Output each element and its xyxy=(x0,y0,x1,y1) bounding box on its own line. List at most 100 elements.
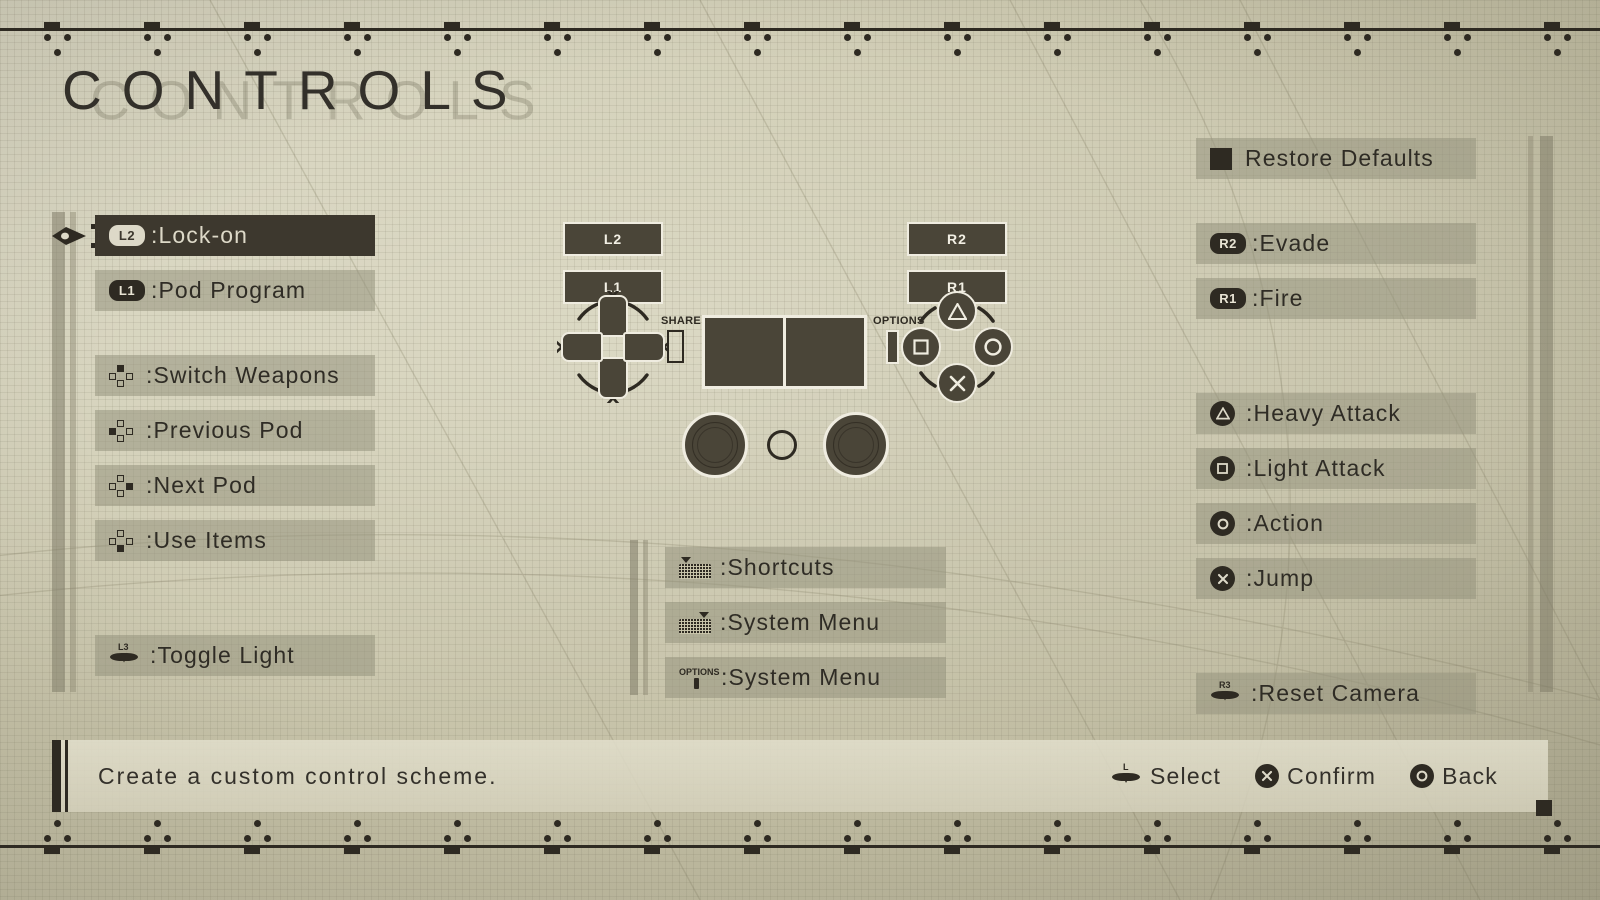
binding-icon: R3 xyxy=(1210,680,1247,706)
l3-stick-press-icon: L3 xyxy=(109,642,139,668)
middle-scroll-track[interactable] xyxy=(630,540,638,695)
border-dot-group xyxy=(1344,34,1390,58)
binding-icon xyxy=(679,556,716,579)
binding-label: :Reset Camera xyxy=(1251,680,1420,706)
footer-corner-marker xyxy=(1536,800,1552,816)
row-spacer xyxy=(1196,179,1476,223)
border-dot-group xyxy=(744,818,790,842)
controller-diagram: L2 L1 R2 R1 SHARE OPTIONS xyxy=(545,212,1025,492)
binding-icon: R2 xyxy=(1210,233,1248,254)
border-dot-group xyxy=(1544,818,1590,842)
footer-description: Create a custom control scheme. xyxy=(98,762,498,789)
circle-button-icon xyxy=(1210,511,1235,536)
border-dot-group xyxy=(944,34,990,58)
border-dot-group xyxy=(844,818,890,842)
middle-scroll-track-inner[interactable] xyxy=(643,540,648,695)
footer-hint-back[interactable]: Back xyxy=(1410,763,1498,790)
border-dot-group xyxy=(244,34,290,58)
dpad-right-icon xyxy=(109,474,133,497)
binding-row-previous-pod[interactable]: :Previous Pod xyxy=(95,410,375,451)
binding-label: :Pod Program xyxy=(151,277,307,303)
cursor-eye-icon xyxy=(52,227,86,245)
touchpad-right-icon xyxy=(679,611,711,634)
border-dot-group xyxy=(944,818,990,842)
binding-row-system-menu-pad[interactable]: :System Menu xyxy=(665,602,946,643)
circle-button-icon xyxy=(1410,764,1435,788)
pad-options-button xyxy=(886,330,899,364)
binding-row-action[interactable]: :Action xyxy=(1196,503,1476,544)
binding-icon xyxy=(1210,511,1242,536)
pad-r2-button: R2 xyxy=(907,222,1007,256)
border-dot-group xyxy=(1044,818,1090,842)
footer-hint-confirm[interactable]: Confirm xyxy=(1255,763,1376,790)
row-spacer xyxy=(665,588,946,602)
pad-square-button xyxy=(901,327,941,367)
footer-hint-select[interactable]: L Select xyxy=(1111,762,1222,790)
binding-icon xyxy=(1210,401,1242,426)
footer-hint-label: Back xyxy=(1442,762,1498,789)
top-border-decoration xyxy=(0,18,1600,58)
binding-icon: L1 xyxy=(109,280,147,301)
binding-icon: R1 xyxy=(1210,288,1248,309)
binding-row-fire[interactable]: R1:Fire xyxy=(1196,278,1476,319)
row-spacer xyxy=(95,561,375,635)
binding-row-toggle-light[interactable]: L3:Toggle Light xyxy=(95,635,375,676)
border-dot-group xyxy=(144,818,190,842)
border-dot-group xyxy=(144,34,190,58)
left-scroll-track[interactable] xyxy=(52,212,65,692)
border-dot-group xyxy=(844,34,890,58)
binding-icon: L3 xyxy=(109,642,146,668)
border-dot-group xyxy=(244,818,290,842)
binding-row-switch-weapons[interactable]: :Switch Weapons xyxy=(95,355,375,396)
binding-row-evade[interactable]: R2 :Evade xyxy=(1196,223,1476,264)
binding-row-system-menu-opts[interactable]: OPTIONS:System Menu xyxy=(665,657,946,698)
r2-button-icon: R2 xyxy=(1210,233,1246,254)
left-scroll-track-inner[interactable] xyxy=(70,212,76,692)
binding-row-jump[interactable]: :Jump xyxy=(1196,558,1476,599)
binding-label: :Jump xyxy=(1246,565,1315,591)
binding-row-restore-defaults[interactable]: Restore Defaults xyxy=(1196,138,1476,179)
l1-button-icon: L1 xyxy=(109,280,145,301)
binding-row-heavy-attack[interactable]: :Heavy Attack xyxy=(1196,393,1476,434)
page-title: CONTROLS CONTROLS xyxy=(62,58,536,131)
binding-row-use-items[interactable]: :Use Items xyxy=(95,520,375,561)
binding-row-next-pod[interactable]: :Next Pod xyxy=(95,465,375,506)
dpad-down-icon xyxy=(109,529,133,552)
footer-hint-label: Select xyxy=(1150,762,1222,789)
pad-face-button-cluster xyxy=(901,291,1013,403)
border-dot-group xyxy=(1444,34,1490,58)
binding-icon xyxy=(109,529,142,552)
binding-icon: L2 xyxy=(109,225,147,246)
r3-stick-press-icon: R3 xyxy=(1210,680,1240,706)
pad-cross-button xyxy=(937,363,977,403)
row-spacer xyxy=(665,643,946,657)
row-spacer xyxy=(95,451,375,465)
pad-triangle-button xyxy=(937,291,977,331)
binding-row-shortcuts[interactable]: :Shortcuts xyxy=(665,547,946,588)
row-spacer xyxy=(1196,434,1476,448)
right-scroll-track-inner[interactable] xyxy=(1528,136,1533,692)
right-scroll-track[interactable] xyxy=(1540,136,1553,692)
binding-label: :Evade xyxy=(1252,230,1331,256)
row-spacer xyxy=(95,396,375,410)
binding-row-lock-on[interactable]: L2:Lock-on xyxy=(95,215,375,256)
row-spacer xyxy=(1196,489,1476,503)
binding-label: :Lock-on xyxy=(151,222,249,248)
binding-label: :Shortcuts xyxy=(720,554,835,580)
r1-button-icon: R1 xyxy=(1210,288,1246,309)
border-dot-group xyxy=(1244,818,1290,842)
binding-icon: OPTIONS xyxy=(679,667,720,689)
dpad-up-icon xyxy=(109,364,133,387)
bottom-border-decoration xyxy=(0,818,1600,858)
row-spacer xyxy=(1196,264,1476,278)
binding-row-light-attack[interactable]: :Light Attack xyxy=(1196,448,1476,489)
touchpad-square-icon xyxy=(1210,147,1232,170)
binding-icon xyxy=(109,364,142,387)
binding-row-reset-camera[interactable]: R3 :Reset Camera xyxy=(1196,673,1476,714)
border-dot-group xyxy=(544,34,590,58)
binding-row-pod-program[interactable]: L1 :Pod Program xyxy=(95,270,375,311)
row-spacer xyxy=(1196,544,1476,558)
middle-bindings-column: :Shortcuts :System Menu OPTIONS:System Men… xyxy=(665,547,946,698)
border-dot-group xyxy=(644,818,690,842)
row-spacer xyxy=(1196,319,1476,393)
